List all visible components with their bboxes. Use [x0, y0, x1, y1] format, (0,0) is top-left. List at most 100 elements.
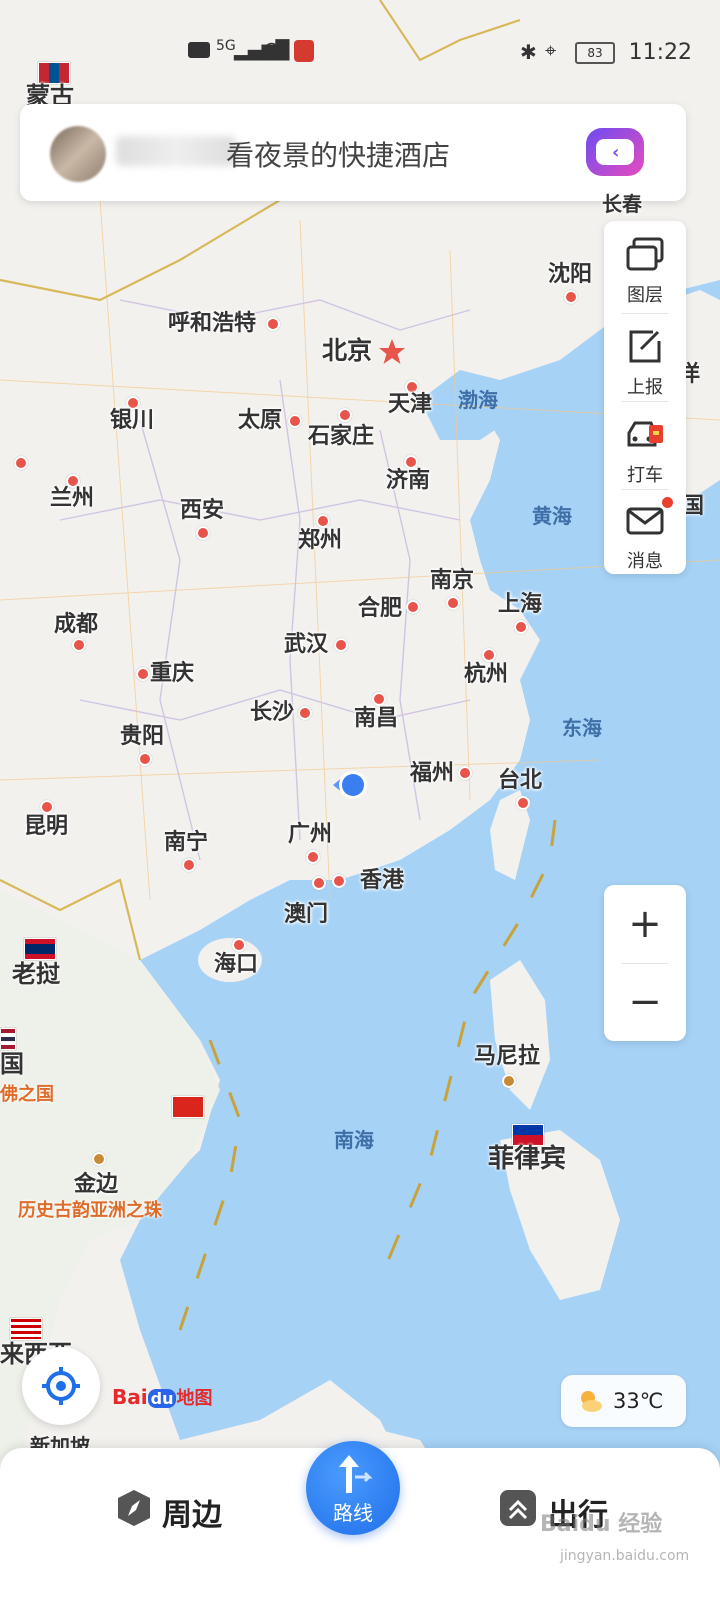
city-dot — [298, 706, 312, 720]
locate-crosshair-icon — [42, 1367, 80, 1405]
city-label-macau[interactable]: 澳门 — [284, 904, 328, 926]
voice-assistant-icon[interactable]: ‹ — [586, 128, 644, 176]
search-bar[interactable]: 看夜景的快捷酒店 ‹ — [20, 104, 686, 201]
thailand-flag-icon — [0, 1028, 16, 1050]
layers-button[interactable]: 图层 — [604, 221, 686, 309]
city-dot — [316, 514, 330, 528]
status-bar: HD 5G ▂▄▆█ ◠ ✱ ⌖ 83 11:22 — [0, 0, 720, 65]
city-label-wuhan[interactable]: 武汉 — [284, 634, 328, 656]
country-label-philippines: 菲律宾 — [488, 1144, 567, 1174]
city-label-zhengzhou[interactable]: 郑州 — [298, 530, 342, 552]
city-dot — [458, 766, 472, 780]
nearby-label: 周边 — [162, 1498, 222, 1533]
city-dot — [40, 800, 54, 814]
watermark: Baidu 经验 — [540, 1512, 663, 1537]
city-label-changsha[interactable]: 长沙 — [250, 702, 294, 724]
philippines-flag-icon — [512, 1124, 544, 1146]
city-label-nanjing[interactable]: 南京 — [430, 570, 474, 592]
watermark-url: jingyan.baidu.com — [560, 1548, 690, 1564]
avatar[interactable] — [50, 126, 106, 182]
laos-flag-icon — [24, 938, 56, 960]
report-button[interactable]: 上报 — [604, 313, 686, 401]
city-dot — [502, 1074, 516, 1088]
current-location-marker-icon[interactable] — [333, 767, 369, 803]
battery-icon: 83 — [575, 42, 615, 64]
city-label-kunming[interactable]: 昆明 — [24, 816, 68, 838]
city-label-phnompenh[interactable]: 金边 — [74, 1174, 118, 1196]
city-label-chongqing[interactable]: 重庆 — [150, 663, 194, 685]
nearby-button[interactable]: 周边 — [114, 1484, 234, 1544]
zoom-out-button[interactable]: − — [604, 963, 686, 1041]
thailand-tagline: 佛之国 — [0, 1084, 54, 1105]
city-label-shijiazhuang[interactable]: 石家庄 — [308, 426, 374, 448]
sea-label-donghai: 东海 — [562, 716, 602, 740]
city-label-hongkong[interactable]: 香港 — [360, 870, 404, 892]
city-dot — [406, 600, 420, 614]
city-label-yinchuan[interactable]: 银川 — [110, 410, 154, 432]
taxi-icon — [627, 421, 663, 447]
city-label-hohhot[interactable]: 呼和浩特 — [168, 313, 256, 335]
city-label-guiyang[interactable]: 贵阳 — [120, 726, 164, 748]
cambodia-tagline: 历史古韵亚洲之珠 — [18, 1200, 162, 1221]
city-label-haikou[interactable]: 海口 — [214, 954, 258, 976]
status-time: 11:22 — [628, 40, 692, 65]
city-label-lanzhou[interactable]: 兰州 — [50, 488, 94, 510]
city-label-jinan[interactable]: 济南 — [386, 470, 430, 492]
city-label-beijing[interactable]: 北京 — [322, 338, 372, 363]
city-dot — [14, 456, 28, 470]
city-dot — [334, 638, 348, 652]
city-label-hangzhou[interactable]: 杭州 — [464, 664, 508, 686]
city-label-chengdu[interactable]: 成都 — [54, 614, 98, 636]
bluetooth-icon: ✱ — [520, 40, 537, 64]
city-label-nanning[interactable]: 南宁 — [164, 832, 208, 854]
route-button[interactable]: 路线 — [306, 1441, 400, 1535]
compass-icon — [118, 1490, 150, 1526]
city-label-shenyang[interactable]: 沈阳 — [548, 264, 592, 286]
city-label-fuzhou[interactable]: 福州 — [410, 763, 454, 785]
taxi-button[interactable]: 打车 — [604, 401, 686, 489]
city-label-hefei[interactable]: 合肥 — [358, 598, 402, 620]
capital-star-icon — [379, 339, 405, 364]
map-tool-panel: 图层 上报 打车 消息 — [604, 221, 686, 574]
messages-label: 消息 — [627, 551, 663, 572]
mail-icon — [626, 507, 664, 535]
country-label-laos: 老挝 — [12, 960, 60, 988]
city-dot — [196, 526, 210, 540]
partly-cloudy-icon — [581, 1391, 602, 1412]
city-label-changchun[interactable]: 长春 — [602, 194, 642, 214]
sea-label-nanhai: 南海 — [334, 1128, 374, 1152]
city-dot — [338, 408, 352, 422]
city-label-shanghai[interactable]: 上海 — [498, 594, 542, 616]
city-dot — [372, 692, 386, 706]
city-dot — [312, 876, 326, 890]
city-dot — [266, 317, 280, 331]
taxi-label: 打车 — [627, 465, 663, 486]
locate-me-button[interactable] — [22, 1347, 100, 1425]
city-label-nanchang[interactable]: 南昌 — [354, 708, 398, 730]
malaysia-flag-icon — [10, 1318, 42, 1340]
travel-icon — [500, 1490, 536, 1526]
messages-button[interactable]: 消息 — [604, 487, 686, 575]
country-label-thailand: 国 — [0, 1050, 24, 1078]
city-label-guangzhou[interactable]: 广州 — [288, 824, 332, 846]
sea-label-huanghai: 黄海 — [532, 504, 572, 528]
microphone-icon — [294, 40, 314, 62]
city-dot — [446, 596, 460, 610]
city-label-xian[interactable]: 西安 — [180, 500, 224, 522]
city-dot — [482, 648, 496, 662]
city-label-tianjin[interactable]: 天津 — [388, 394, 432, 416]
route-label: 路线 — [333, 1501, 373, 1525]
city-dot — [564, 290, 578, 304]
zoom-in-button[interactable]: + — [604, 885, 686, 963]
weather-widget[interactable]: 33℃ — [561, 1375, 686, 1427]
city-label-taiyuan[interactable]: 太原 — [238, 410, 282, 432]
layers-icon — [626, 237, 664, 271]
city-label-taipei[interactable]: 台北 — [498, 770, 542, 792]
network-type: 5G — [216, 38, 236, 54]
report-label: 上报 — [627, 377, 663, 398]
search-placeholder-text[interactable]: 看夜景的快捷酒店 — [226, 134, 450, 174]
city-dot — [306, 850, 320, 864]
city-dot — [136, 667, 150, 681]
city-label-manila[interactable]: 马尼拉 — [474, 1046, 540, 1068]
city-dot — [288, 414, 302, 428]
